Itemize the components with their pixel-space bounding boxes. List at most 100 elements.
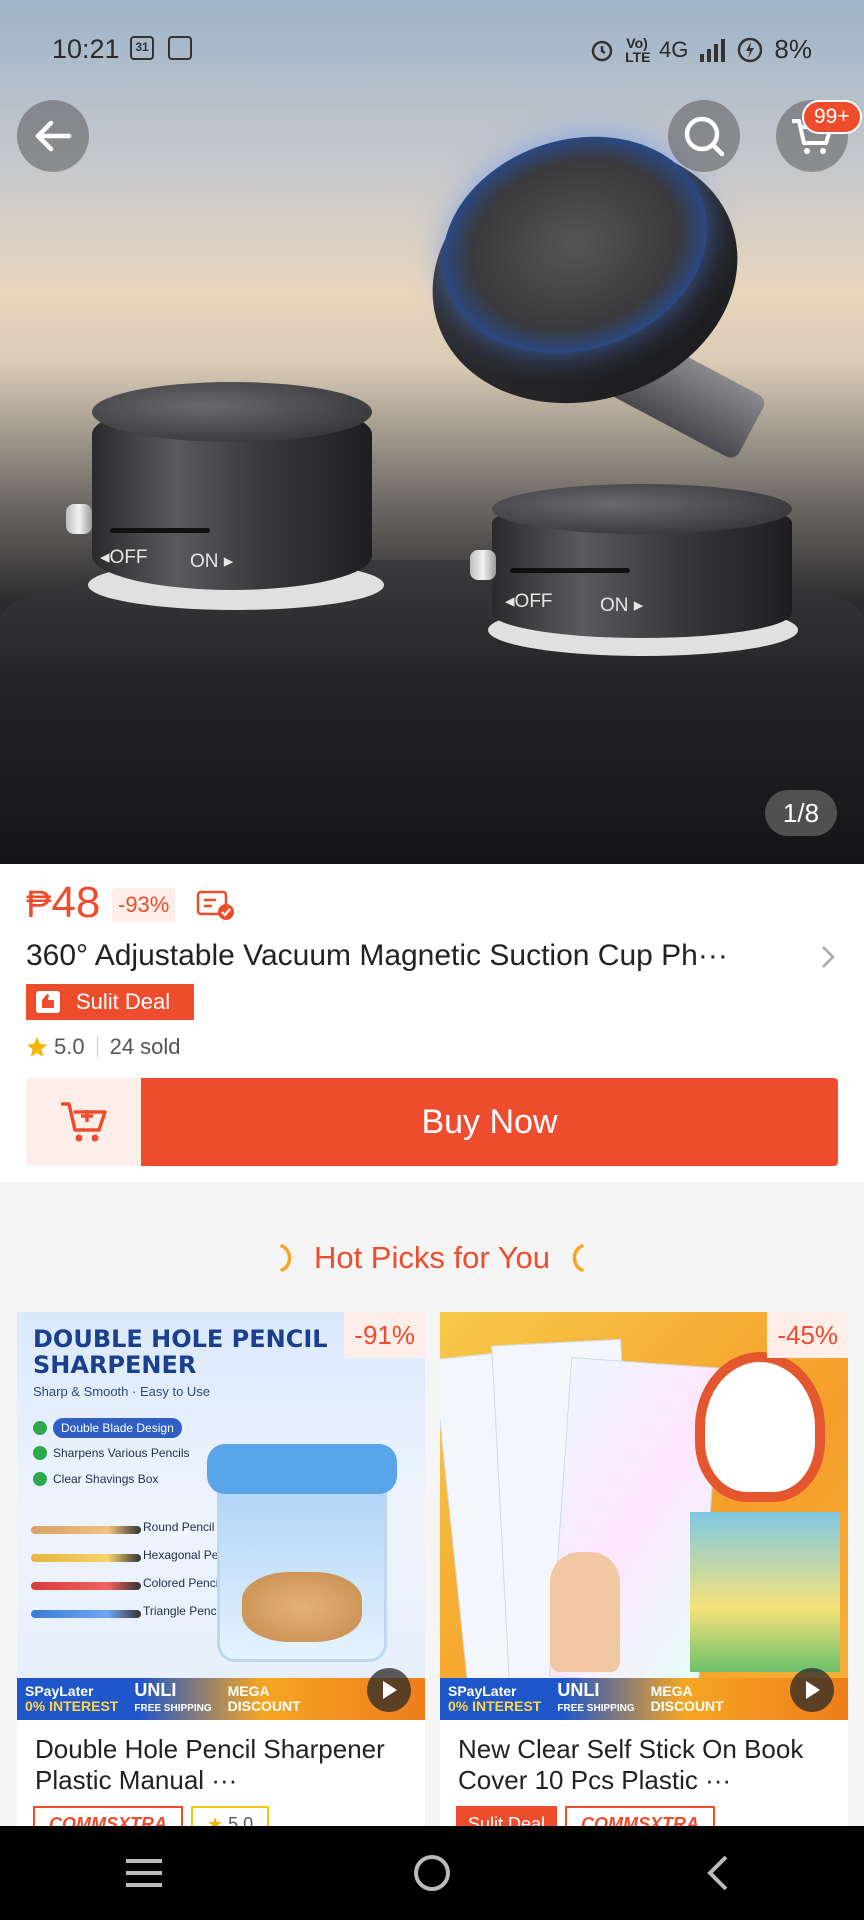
off-label: ◂OFF (100, 547, 148, 568)
image-title: DOUBLE HOLE PENCIL SHARPENER (33, 1326, 328, 1378)
volte-indicator: Vo) LTE (625, 34, 651, 65)
promo-text: DISCOUNT (227, 1698, 301, 1714)
sulit-deal-label: Sulit Deal (76, 989, 171, 1014)
promo-unli: UNLI FREE SHIPPING (126, 1679, 219, 1716)
currency-symbol: ₱ (26, 884, 52, 926)
network-type: 4G (659, 36, 689, 62)
promo-unli: UNLI FREE SHIPPING (549, 1679, 642, 1716)
check-icon (33, 1421, 47, 1435)
promo-strip: SPayLater 0% INTEREST UNLI FREE SHIPPING M… (17, 1678, 425, 1720)
discount-badge: -93% (112, 888, 176, 922)
promo-text: FREE SHIPPING (557, 1702, 635, 1714)
pencil-label: Round Pencil (143, 1520, 215, 1534)
image-title-line: DOUBLE HOLE PENCIL (33, 1325, 328, 1353)
alarm-icon (591, 40, 613, 61)
product-card-image[interactable]: SPayLater 0% INTEREST UNLI FREE SHIPPING M… (440, 1312, 848, 1720)
check-icon (33, 1472, 47, 1486)
promo-text: DISCOUNT (650, 1698, 724, 1714)
voucher-icon (196, 890, 234, 920)
hot-picks-header: Hot Picks for You (0, 1202, 864, 1314)
promo-text: SPayLater (25, 1683, 94, 1699)
feature-item: Double Blade Design (33, 1418, 182, 1438)
play-icon (806, 1681, 820, 1699)
star-icon (27, 1037, 47, 1057)
device-slot (510, 568, 630, 573)
flourish-left-icon (280, 1244, 292, 1272)
play-icon (383, 1681, 397, 1699)
device-knob (470, 550, 496, 580)
pencil-graphic (31, 1610, 141, 1618)
check-icon (33, 1446, 47, 1460)
calendar-icon: 31 (130, 36, 154, 60)
promo-text: SPayLater (448, 1683, 517, 1699)
card-discount-badge: -91% (344, 1312, 425, 1358)
hot-picks-title: Hot Picks for You (313, 1240, 551, 1275)
promo-spaylater: SPayLater 0% INTEREST (17, 1684, 126, 1714)
sold-count: 24 sold (109, 1034, 181, 1059)
sulit-deal-tag: Sulit Deal (26, 984, 194, 1020)
menu-icon[interactable] (122, 1851, 166, 1895)
image-counter: 1/8 (765, 790, 837, 836)
status-time: 10:21 (52, 34, 120, 64)
add-to-cart-button[interactable] (26, 1078, 141, 1166)
battery-charging-icon (738, 37, 763, 62)
video-play-button[interactable] (790, 1668, 834, 1712)
price-value: 48 (51, 878, 101, 927)
card-product-name[interactable]: New Clear Self Stick On Book Cover 10 Pc… (458, 1734, 836, 1796)
system-navigation-bar (0, 1826, 864, 1920)
image-subtitle: Sharp & Smooth · Easy to Use (33, 1384, 211, 1399)
buy-now-button[interactable]: Buy Now (141, 1078, 838, 1166)
status-bar: 10:21 31 Vo) LTE 4G 8% (0, 0, 864, 100)
back-button[interactable] (17, 100, 89, 172)
arrow-left-icon (35, 120, 72, 152)
divider (96, 1036, 98, 1058)
device-slot (110, 528, 210, 533)
signal-icon (700, 38, 726, 62)
product-price: ₱48 (26, 878, 100, 928)
cart-plus-icon (60, 1102, 107, 1142)
home-icon[interactable] (410, 1851, 454, 1895)
promo-text: 0% INTEREST (25, 1698, 119, 1714)
on-label: ON ▸ (600, 595, 644, 616)
battery-level: 8% (774, 34, 812, 64)
card-product-name[interactable]: Double Hole Pencil Sharpener Plastic Man… (35, 1734, 413, 1796)
search-button[interactable] (668, 100, 740, 172)
product-card[interactable]: SPayLater 0% INTEREST UNLI FREE SHIPPING M… (440, 1312, 848, 1832)
feature-label: Sharpens Various Pencils (53, 1446, 190, 1460)
product-card-image[interactable]: DOUBLE HOLE PENCIL SHARPENER Sharp & Smo… (17, 1312, 425, 1720)
pencil-label: Colored Pencil (143, 1576, 222, 1590)
flourish-right-icon (572, 1244, 584, 1272)
product-title[interactable]: 360° Adjustable Vacuum Magnetic Suction … (26, 934, 806, 978)
card-discount-badge: -45% (767, 1312, 848, 1358)
pencil-graphic (31, 1554, 141, 1562)
thumbs-up-icon (26, 984, 70, 1020)
rating-row: 5.0 24 sold (26, 1034, 181, 1060)
shavings-graphic (242, 1572, 362, 1642)
promo-text: UNLI (134, 1679, 177, 1700)
search-icon (684, 116, 725, 157)
rating-value: 5.0 (54, 1034, 85, 1059)
status-right: Vo) LTE 4G 8% (589, 34, 812, 65)
feature-label: Clear Shavings Box (53, 1472, 159, 1486)
promo-text: 0% INTEREST (448, 1698, 542, 1714)
product-image-gallery[interactable]: ◂OFF ON ▸ ◂OFF ON ▸ 10:21 31 Vo) LTE 4G … (0, 0, 864, 864)
book-illustration (690, 1512, 840, 1672)
chevron-right-icon[interactable] (816, 942, 840, 972)
image-title-line: SHARPENER (33, 1351, 197, 1379)
feature-item: Sharpens Various Pencils (33, 1446, 190, 1460)
news-icon (168, 36, 192, 60)
promo-spaylater: SPayLater 0% INTEREST (440, 1684, 549, 1714)
promo-mega: MEGA DISCOUNT (643, 1684, 732, 1714)
promo-text: MEGA (227, 1683, 270, 1699)
back-nav-icon[interactable] (698, 1851, 742, 1895)
product-card[interactable]: DOUBLE HOLE PENCIL SHARPENER Sharp & Smo… (17, 1312, 425, 1832)
purchase-actions: Buy Now (26, 1078, 838, 1166)
promo-text: UNLI (557, 1679, 600, 1700)
video-play-button[interactable] (367, 1668, 411, 1712)
book-illustration (695, 1352, 825, 1502)
off-label: ◂OFF (505, 591, 553, 612)
pencil-graphic (31, 1582, 141, 1590)
product-page: ◂OFF ON ▸ ◂OFF ON ▸ 10:21 31 Vo) LTE 4G … (0, 0, 864, 1920)
sharpener-lid (207, 1444, 397, 1494)
pencil-graphic (31, 1526, 141, 1534)
